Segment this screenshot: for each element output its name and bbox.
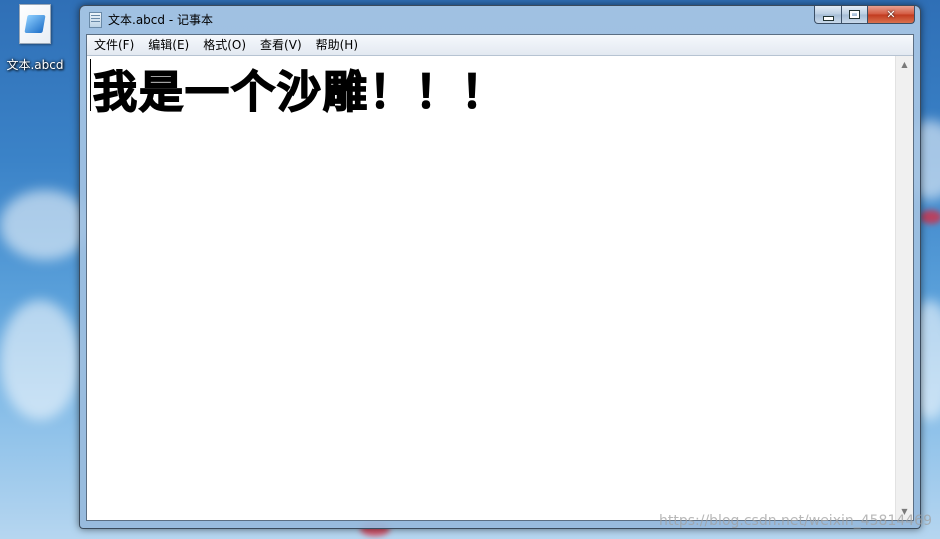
menu-view[interactable]: 查看(V) — [253, 35, 309, 55]
desktop-file-label: 文本.abcd — [6, 58, 64, 72]
menu-help[interactable]: 帮助(H) — [309, 35, 365, 55]
window-title: 文本.abcd - 记事本 — [108, 13, 213, 27]
background-flower — [920, 210, 940, 224]
maximize-icon — [849, 10, 860, 19]
notepad-window: 文本.abcd - 记事本 ✕ 文件(F) 编辑(E) 格式(O) 查看(V) … — [79, 5, 921, 529]
scroll-up-icon[interactable]: ▲ — [896, 56, 913, 73]
editor-content[interactable]: 我是一个沙雕！！！ — [92, 56, 507, 120]
menu-format[interactable]: 格式(O) — [196, 35, 253, 55]
menu-edit[interactable]: 编辑(E) — [141, 35, 196, 55]
close-icon: ✕ — [886, 8, 896, 21]
notepad-icon[interactable] — [89, 12, 102, 28]
background-cloud — [0, 300, 80, 420]
close-button[interactable]: ✕ — [868, 6, 915, 24]
menu-bar: 文件(F) 编辑(E) 格式(O) 查看(V) 帮助(H) — [87, 35, 913, 56]
text-caret — [90, 59, 91, 111]
minimize-button[interactable] — [814, 6, 842, 24]
maximize-button[interactable] — [842, 6, 868, 24]
menu-file[interactable]: 文件(F) — [87, 35, 141, 55]
title-bar[interactable]: 文本.abcd - 记事本 ✕ — [80, 6, 920, 32]
vertical-scrollbar[interactable]: ▲ ▼ — [895, 56, 913, 520]
desktop-file-icon[interactable]: 文本.abcd — [2, 4, 68, 73]
text-document-icon — [19, 4, 51, 44]
minimize-icon — [823, 16, 834, 21]
text-editor[interactable]: 我是一个沙雕！！！ — [87, 56, 896, 520]
background-cloud — [0, 190, 90, 260]
client-area: 文件(F) 编辑(E) 格式(O) 查看(V) 帮助(H) 我是一个沙雕！！！ … — [86, 34, 914, 521]
caption-buttons: ✕ — [814, 6, 915, 24]
watermark: https://blog.csdn.net/weixin_45814469 — [658, 513, 932, 529]
